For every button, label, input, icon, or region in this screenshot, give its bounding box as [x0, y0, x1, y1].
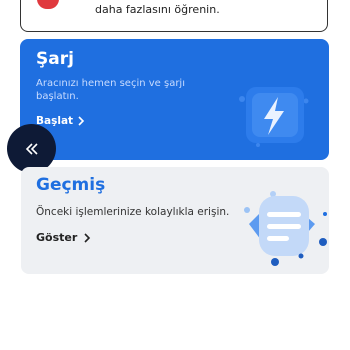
lightning-bolt-icon: [239, 87, 309, 147]
alert-icon: [37, 0, 59, 9]
double-chevron-left-icon: [25, 142, 38, 155]
chevron-right-icon: [78, 116, 85, 126]
charge-card[interactable]: Şarj Aracınızı hemen seçin ve şarjı başl…: [20, 39, 329, 160]
history-card[interactable]: Geçmiş Önceki işlemlerinize kolaylıkla e…: [21, 167, 329, 274]
history-document-icon: [244, 191, 327, 266]
charge-card-description: Aracınızı hemen seçin ve şarjı başlatın.: [36, 78, 185, 102]
show-history-button[interactable]: Göster: [36, 231, 91, 244]
history-card-title: Geçmiş: [36, 175, 106, 195]
info-card: daha fazlasını öğrenin.: [20, 0, 328, 32]
start-charge-button[interactable]: Başlat: [36, 115, 85, 127]
info-card-text: daha fazlasını öğrenin.: [95, 3, 220, 16]
show-history-label: Göster: [36, 231, 78, 244]
history-card-description: Önceki işlemlerinize kolaylıkla erişin.: [36, 206, 230, 218]
chevron-right-icon: [84, 232, 91, 243]
back-button[interactable]: [7, 124, 56, 173]
charge-card-title: Şarj: [36, 49, 74, 69]
